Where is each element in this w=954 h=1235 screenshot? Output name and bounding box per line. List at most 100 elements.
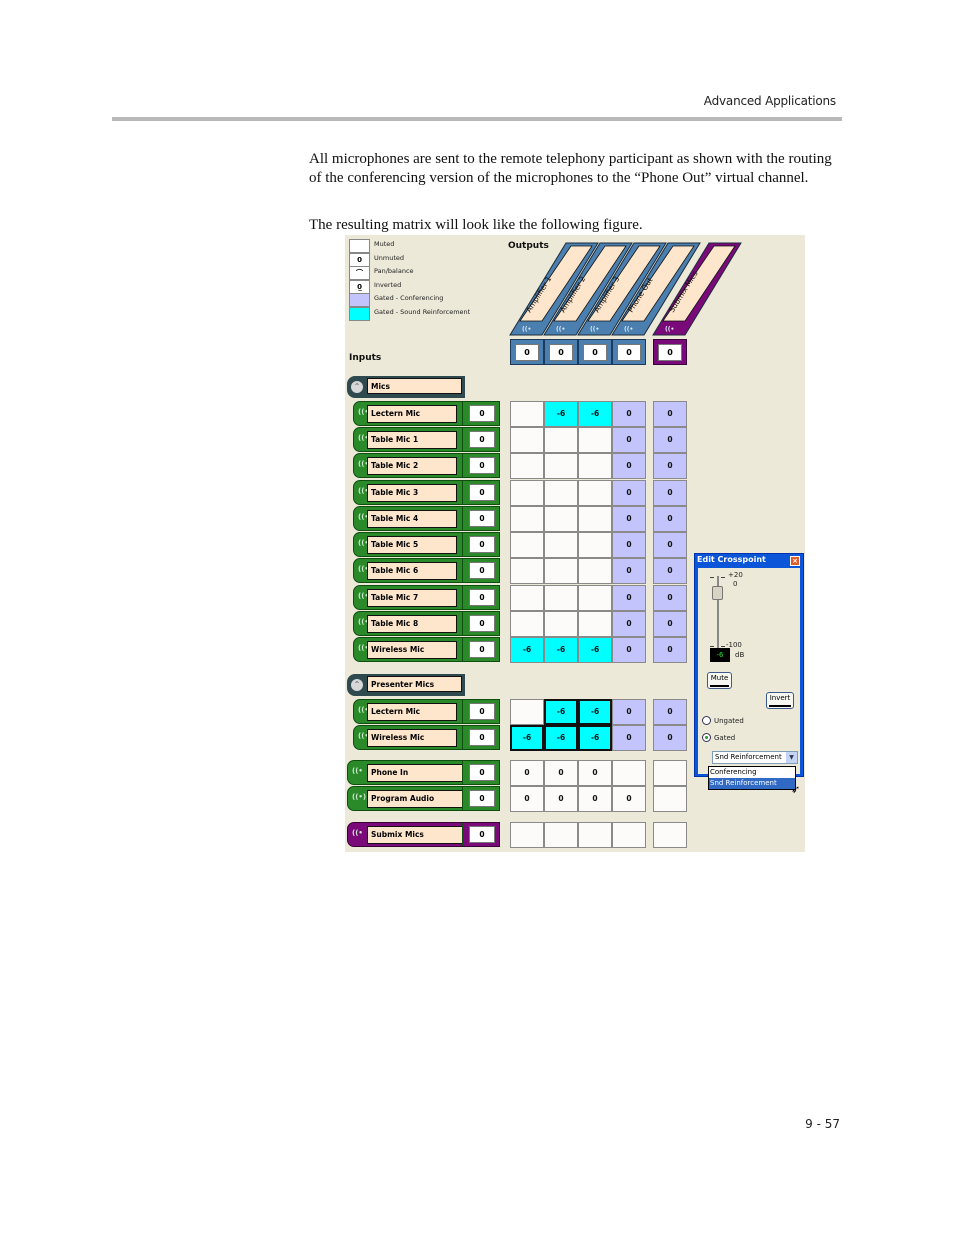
input-gain-value[interactable]: 0: [469, 764, 495, 781]
crosspoint-cell[interactable]: 0: [653, 427, 687, 453]
crosspoint-cell[interactable]: [544, 822, 578, 848]
crosspoint-cell[interactable]: [544, 427, 578, 453]
crosspoint-cell[interactable]: [510, 611, 544, 637]
input-gain-value[interactable]: 0: [469, 589, 495, 606]
crosspoint-cell[interactable]: 0: [612, 786, 646, 812]
crosspoint-cell[interactable]: [510, 822, 544, 848]
output-gain-value[interactable]: 0: [549, 344, 573, 361]
crosspoint-cell[interactable]: 0: [612, 532, 646, 558]
gate-mode-option-conferencing[interactable]: Conferencing: [709, 767, 795, 778]
crosspoint-cell[interactable]: 0: [653, 637, 687, 663]
input-row[interactable]: ((• Table Mic 80: [353, 611, 500, 636]
crosspoint-cell[interactable]: [578, 558, 612, 584]
crosspoint-cell[interactable]: [544, 585, 578, 611]
crosspoint-cell[interactable]: [544, 558, 578, 584]
output-gain-value[interactable]: 0: [617, 344, 641, 361]
invert-button[interactable]: Invert: [766, 692, 794, 709]
output-gain-value[interactable]: 0: [658, 344, 682, 361]
input-gain-value[interactable]: 0: [469, 457, 495, 474]
crosspoint-cell[interactable]: [544, 480, 578, 506]
input-row[interactable]: ((• Table Mic 40: [353, 506, 500, 531]
output-gain-value[interactable]: 0: [515, 344, 539, 361]
crosspoint-cell[interactable]: 0: [612, 611, 646, 637]
crosspoint-cell[interactable]: 0: [653, 699, 687, 725]
crosspoint-cell[interactable]: 0: [653, 401, 687, 427]
crosspoint-cell[interactable]: 0: [612, 699, 646, 725]
crosspoint-cell[interactable]: [578, 427, 612, 453]
ungated-radio[interactable]: [702, 716, 711, 725]
crosspoint-cell[interactable]: [510, 506, 544, 532]
crosspoint-cell[interactable]: [510, 699, 544, 725]
crosspoint-cell[interactable]: 0: [578, 786, 612, 812]
crosspoint-cell[interactable]: [544, 453, 578, 479]
crosspoint-cell[interactable]: [653, 786, 687, 812]
crosspoint-cell[interactable]: [510, 532, 544, 558]
input-gain-value[interactable]: 0: [469, 536, 495, 553]
crosspoint-cell[interactable]: [578, 611, 612, 637]
input-row[interactable]: ((• Table Mic 10: [353, 427, 500, 452]
crosspoint-cell[interactable]: 0: [653, 725, 687, 751]
crosspoint-cell[interactable]: 0: [653, 558, 687, 584]
output-gain-value[interactable]: 0: [583, 344, 607, 361]
crosspoint-cell[interactable]: [510, 480, 544, 506]
crosspoint-cell[interactable]: 0: [612, 585, 646, 611]
crosspoint-cell[interactable]: -6: [578, 699, 612, 725]
crosspoint-cell[interactable]: -6: [544, 637, 578, 663]
crosspoint-cell[interactable]: [510, 401, 544, 427]
input-row[interactable]: ((• Phone In 0: [347, 760, 500, 785]
crosspoint-cell[interactable]: 0: [544, 760, 578, 786]
input-gain-value[interactable]: 0: [469, 405, 495, 422]
input-row[interactable]: ((• Wireless Mic 0: [353, 637, 500, 662]
input-row[interactable]: ((• Table Mic 20: [353, 453, 500, 478]
crosspoint-cell[interactable]: 0: [653, 480, 687, 506]
crosspoint-cell[interactable]: 0: [612, 453, 646, 479]
crosspoint-cell[interactable]: [578, 453, 612, 479]
crosspoint-cell[interactable]: 0: [612, 480, 646, 506]
crosspoint-cell[interactable]: 0: [612, 725, 646, 751]
input-gain-value[interactable]: 0: [469, 826, 495, 843]
input-gain-value[interactable]: 0: [469, 615, 495, 632]
crosspoint-cell[interactable]: [612, 760, 646, 786]
crosspoint-cell[interactable]: -6: [544, 401, 578, 427]
input-row[interactable]: ((• Table Mic 70: [353, 585, 500, 610]
crosspoint-cell[interactable]: 0: [578, 760, 612, 786]
level-slider-thumb[interactable]: [712, 586, 723, 600]
crosspoint-cell[interactable]: 0: [510, 760, 544, 786]
crosspoint-cell[interactable]: [653, 822, 687, 848]
collapse-icon[interactable]: ⌃: [351, 381, 363, 393]
input-row[interactable]: ((• Submix Mics 0: [347, 822, 500, 847]
crosspoint-cell[interactable]: 0: [653, 585, 687, 611]
input-row[interactable]: ((• Lectern Mic 0: [353, 699, 500, 724]
crosspoint-cell[interactable]: [653, 760, 687, 786]
crosspoint-cell[interactable]: -6: [510, 725, 544, 751]
input-group-presenter-mics[interactable]: ⌃ Presenter Mics: [347, 674, 465, 696]
crosspoint-cell[interactable]: 0: [544, 786, 578, 812]
crosspoint-cell[interactable]: 0: [653, 611, 687, 637]
input-gain-value[interactable]: 0: [469, 510, 495, 527]
crosspoint-cell[interactable]: [578, 506, 612, 532]
input-gain-value[interactable]: 0: [469, 729, 495, 746]
crosspoint-cell[interactable]: -6: [578, 401, 612, 427]
input-row[interactable]: ((• Table Mic 60: [353, 558, 500, 583]
input-row[interactable]: ((• Table Mic 30: [353, 480, 500, 505]
crosspoint-cell[interactable]: 0: [612, 637, 646, 663]
crosspoint-cell[interactable]: [510, 453, 544, 479]
crosspoint-cell[interactable]: 0: [612, 558, 646, 584]
crosspoint-cell[interactable]: [578, 480, 612, 506]
gate-mode-option-snd-reinforcement[interactable]: Snd Reinforcement: [709, 778, 795, 789]
input-gain-value[interactable]: 0: [469, 431, 495, 448]
crosspoint-cell[interactable]: 0: [612, 427, 646, 453]
crosspoint-cell[interactable]: [510, 427, 544, 453]
crosspoint-cell[interactable]: [544, 506, 578, 532]
crosspoint-cell[interactable]: -6: [578, 725, 612, 751]
crosspoint-cell[interactable]: 0: [653, 532, 687, 558]
crosspoint-cell[interactable]: -6: [578, 637, 612, 663]
crosspoint-cell[interactable]: [578, 532, 612, 558]
chevron-down-icon[interactable]: ▼: [786, 752, 797, 763]
close-icon[interactable]: ×: [790, 556, 800, 566]
crosspoint-cell[interactable]: 0: [612, 506, 646, 532]
crosspoint-cell[interactable]: [510, 558, 544, 584]
crosspoint-cell[interactable]: -6: [510, 637, 544, 663]
input-gain-value[interactable]: 0: [469, 484, 495, 501]
crosspoint-cell[interactable]: -6: [544, 725, 578, 751]
